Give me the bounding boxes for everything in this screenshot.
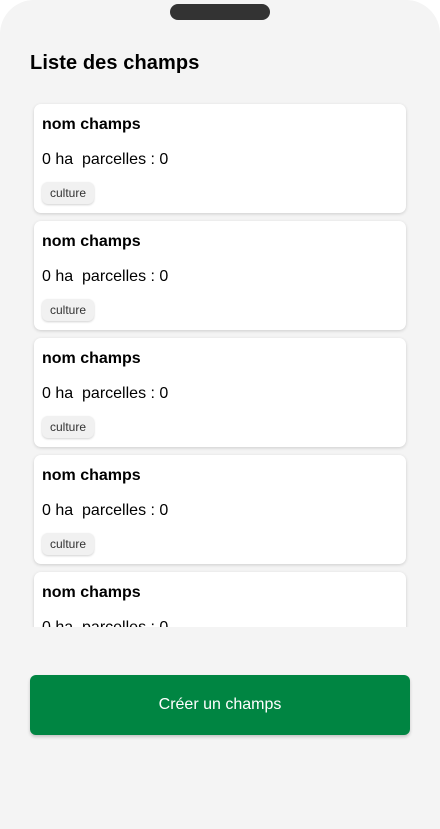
field-name: nom champs: [42, 233, 141, 250]
field-area: 0 ha: [42, 151, 74, 168]
field-parcels: parcelles : 0: [82, 502, 169, 519]
device-notch: [170, 4, 270, 20]
field-stats: 0 ha parcelles : 0: [42, 268, 168, 286]
field-area: 0 ha: [42, 385, 74, 402]
field-card[interactable]: nom champs 0 ha parcelles : 0 culture: [34, 455, 406, 564]
field-card[interactable]: nom champs 0 ha parcelles : 0 culture: [34, 572, 406, 627]
field-stats: 0 ha parcelles : 0: [42, 619, 168, 627]
field-parcels: parcelles : 0: [82, 619, 168, 627]
page-title: Liste des champs: [30, 52, 200, 74]
create-field-button[interactable]: Créer un champs: [30, 675, 410, 735]
field-name: nom champs: [42, 350, 141, 367]
field-card[interactable]: nom champs 0 ha parcelles : 0 culture: [34, 104, 406, 213]
field-stats: 0 ha parcelles : 0: [42, 151, 168, 169]
field-area: 0 ha: [42, 502, 74, 519]
field-area: 0 ha: [42, 619, 73, 627]
field-card[interactable]: nom champs 0 ha parcelles : 0 culture: [34, 221, 406, 330]
field-name: nom champs: [42, 584, 141, 601]
field-parcels: parcelles : 0: [82, 151, 169, 168]
field-list[interactable]: nom champs 0 ha parcelles : 0 culture no…: [0, 95, 440, 627]
field-name: nom champs: [42, 116, 141, 133]
field-area: 0 ha: [42, 268, 74, 285]
phone-screen: Liste des champs nom champs 0 ha parcell…: [0, 0, 440, 829]
field-stats: 0 ha parcelles : 0: [42, 502, 168, 520]
field-parcels: parcelles : 0: [82, 385, 169, 402]
field-card[interactable]: nom champs 0 ha parcelles : 0 culture: [34, 338, 406, 447]
crop-tag: culture: [42, 299, 95, 321]
crop-tag: culture: [42, 416, 95, 438]
crop-tag: culture: [42, 533, 95, 555]
field-stats: 0 ha parcelles : 0: [42, 385, 168, 403]
crop-tag: culture: [42, 182, 95, 204]
field-parcels: parcelles : 0: [82, 268, 169, 285]
field-name: nom champs: [42, 467, 141, 484]
